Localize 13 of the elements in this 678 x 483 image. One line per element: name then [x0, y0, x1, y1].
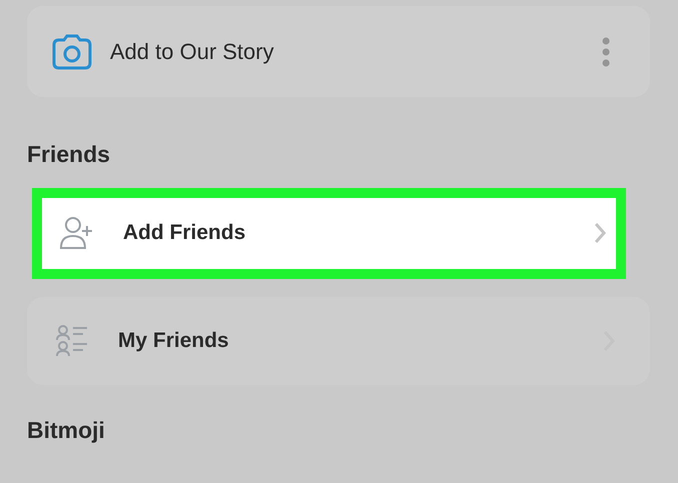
friends-list-icon: [55, 324, 89, 358]
section-title: Friends: [27, 140, 112, 169]
add-person-icon: [59, 216, 95, 250]
menu-item[interactable]: My Friends: [27, 296, 650, 384]
item-label: Add Friends: [123, 220, 246, 246]
chevron-right-icon: [594, 222, 606, 244]
item-label: Add to Our Story: [110, 38, 274, 66]
story-card[interactable]: Add to Our Story: [27, 6, 650, 97]
camera-icon: [52, 34, 92, 70]
menu-item[interactable]: Add Friends: [32, 188, 626, 278]
more-options-icon[interactable]: [602, 36, 610, 66]
item-label: My Friends: [118, 328, 229, 354]
section-title: Bitmoji: [27, 416, 106, 445]
